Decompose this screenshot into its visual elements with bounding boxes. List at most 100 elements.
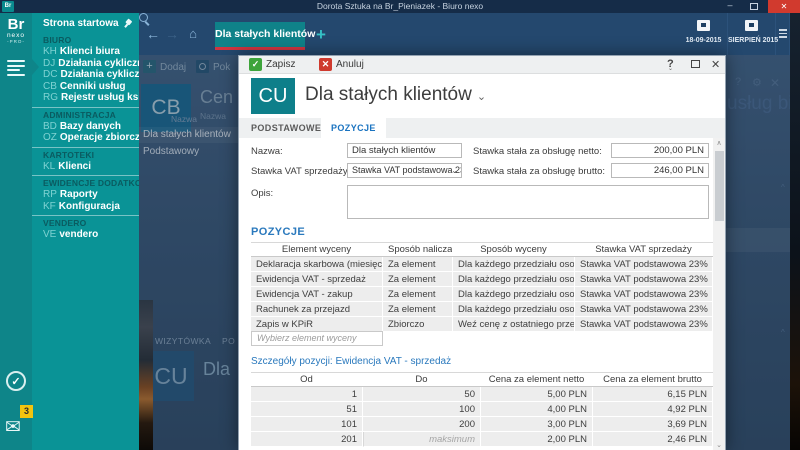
table-row[interactable]: 101 200 3,00 PLN 3,69 PLN (251, 417, 713, 432)
wallpaper-strip-right (790, 13, 800, 450)
menu-item-code: OZ (43, 132, 57, 143)
menu-section-header: BIURO (43, 35, 72, 45)
table-row[interactable]: Ewidencja VAT - zakup Za element Dla każde… (251, 287, 713, 302)
table-row[interactable]: Rachunek za przejazd Za element Dla każdeg… (251, 302, 713, 317)
table-cell: Za element (383, 287, 453, 302)
table-cell: 200 (363, 417, 481, 432)
table-cell: 3,00 PLN (481, 417, 593, 432)
column-header[interactable]: Sposób wyceny (453, 243, 575, 256)
check-circle-icon[interactable]: ✓ (6, 371, 26, 391)
sidebar-item-kf[interactable]: KF Konfiguracja (32, 201, 139, 213)
mail-icon[interactable]: ✉ (5, 418, 21, 438)
sidebar-item-rp[interactable]: RP Raporty (32, 189, 139, 201)
maximize-icon[interactable] (691, 60, 700, 68)
sidebar-item-home[interactable]: Strona startowa (32, 16, 139, 32)
add-position-input[interactable]: Wybierz element wyceny (251, 331, 383, 346)
menu-item-code: KF (43, 200, 56, 212)
sidebar-home-label: Strona startowa (43, 18, 119, 29)
table-cell: Stawka VAT podstawowa 23% (575, 272, 713, 287)
vat-select[interactable]: Stawka VAT podstawowa 23% ⌄ (347, 163, 462, 178)
name-field[interactable]: Dla stałych klientów (347, 143, 462, 158)
table-cell: Za element (383, 302, 453, 317)
date-widget-month[interactable]: SIERPIEŃ 2015 (728, 13, 778, 55)
sidebar-item-dj[interactable]: DJDziałania cykliczne... (32, 58, 139, 70)
minimize-icon[interactable]: – (722, 0, 738, 13)
sidebar-item-rg[interactable]: RGRejestr usług księg... (32, 92, 139, 104)
brand-logo-edition: -PRO- (7, 39, 25, 44)
menu-item-code: CB (43, 80, 57, 92)
date-day-label: 18-09-2015 (685, 37, 722, 44)
hamburger-icon[interactable] (7, 60, 25, 78)
table-row[interactable]: Deklaracja skarbowa (miesięczna)Za eleme… (251, 257, 713, 272)
table-cell: Weź cenę z ostatniego przedziału (453, 317, 575, 332)
table-row[interactable]: Zapis w KPiR Zbiorczo Weź cenę z ostatnieg… (251, 317, 713, 332)
net-rate-field[interactable]: 200,00 PLN (611, 143, 709, 158)
gross-rate-field[interactable]: 246,00 PLN (611, 163, 709, 178)
chevron-down-icon: ⌄ (476, 91, 487, 103)
position-details-title: Szczegóły pozycji: Ewidencja VAT - sprze… (251, 356, 452, 367)
dialog-scrollbar[interactable]: ∧ ⌄ (713, 138, 725, 450)
forward-icon[interactable]: → (164, 13, 180, 55)
table-cell: 50 (363, 387, 481, 402)
scroll-down-icon[interactable]: ⌄ (713, 440, 725, 450)
sidebar-item-dc[interactable]: DCDziałania cykliczne (32, 69, 139, 81)
menu-item-code: RP (43, 189, 57, 200)
menu-item-label: Klienci (58, 160, 92, 172)
table-cell: 2,46 PLN (593, 432, 713, 447)
table-row[interactable]: 51 100 4,00 PLN 4,92 PLN (251, 402, 713, 417)
table-cell: 100 (363, 402, 481, 417)
tab-pozycje[interactable]: POZYCJE (321, 118, 386, 138)
column-header[interactable]: Stawka VAT sprzedaży (575, 243, 713, 256)
help-icon[interactable]: ? (667, 58, 674, 72)
back-icon[interactable]: ← (145, 13, 161, 55)
vat-select-value: Stawka VAT podstawowa 23% (352, 165, 462, 175)
table-row[interactable]: Ewidencja VAT - sprzedaż Za element Dla ka… (251, 272, 713, 287)
menu-notch (32, 59, 39, 75)
save-button[interactable]: ✓ Zapisz (249, 58, 295, 72)
dialog-tabs: PODSTAWOWE POZYCJE (239, 118, 725, 138)
column-header[interactable]: Element wyceny (251, 243, 383, 256)
name-label: Nazwa: (251, 146, 283, 157)
positions-section-title: POZYCJE (251, 226, 306, 238)
sidebar-item-oz[interactable]: OZ Operacje zbiorcze (32, 132, 139, 144)
menu-item-label: Bazy danych (59, 120, 122, 132)
column-header[interactable]: Cena za element brutto (593, 373, 713, 386)
table-cell: Stawka VAT podstawowa 23% (575, 257, 713, 272)
close-icon[interactable]: ✕ (768, 0, 800, 13)
home-icon[interactable]: ⌂ (185, 13, 201, 55)
maximize-icon[interactable] (750, 3, 758, 10)
table-row[interactable]: 1 50 5,00 PLN 6,15 PLN (251, 387, 713, 402)
table-row[interactable]: 201 maksimum 2,00 PLN 2,46 PLN (251, 432, 713, 447)
active-tab[interactable]: Dla stałych klientów (215, 22, 315, 50)
table-cell: 3,69 PLN (593, 417, 713, 432)
menu-item-code: BD (43, 120, 57, 132)
table-cell: maksimum (363, 432, 481, 447)
column-header[interactable]: Cena za element netto (481, 373, 593, 386)
description-field[interactable] (347, 185, 709, 219)
sidebar-item-kh[interactable]: KH Klienci biura (32, 46, 139, 58)
cancel-button[interactable]: ✕ Anuluj (319, 58, 364, 72)
scrollbar-thumb[interactable] (714, 151, 724, 221)
column-header[interactable]: Od (251, 373, 363, 386)
column-header[interactable]: Do (363, 373, 481, 386)
close-icon[interactable]: ✕ (711, 58, 720, 71)
menu-section-header: KARTOTEKI (32, 146, 139, 161)
sidebar-item-cb[interactable]: CB Cenniki usług (32, 81, 139, 93)
dialog-title[interactable]: Dla stałych klientów ⌄ (305, 84, 486, 106)
add-tab-icon[interactable]: + (312, 22, 330, 47)
column-header[interactable]: Sposób naliczania (383, 243, 453, 256)
tab-podstawowe[interactable]: PODSTAWOWE (241, 118, 331, 138)
menu-icon[interactable] (776, 13, 790, 55)
sidebar-item-kl[interactable]: KL Klienci (32, 161, 139, 173)
sidebar-item-bd[interactable]: BD Bazy danych (32, 121, 139, 133)
sidebar-menu: Strona startowa BIURO KH Klienci biura DJ Dz… (32, 13, 139, 450)
menu-item-label: Działania cykliczne... (58, 57, 139, 69)
table-header-row: Od Do Cena za element netto Cena za element… (251, 373, 713, 387)
gross-rate-label: Stawka stała za obsługę brutto: (473, 166, 606, 177)
sidebar-item-ve[interactable]: VE vendero (32, 229, 139, 241)
date-widget-day[interactable]: 18-09-2015 (680, 13, 728, 55)
scroll-up-icon[interactable]: ∧ (713, 138, 725, 149)
dialog-tile: CU (251, 78, 295, 114)
menu-item-label: Raporty (59, 189, 98, 200)
menu-item-code: DJ (43, 57, 56, 69)
